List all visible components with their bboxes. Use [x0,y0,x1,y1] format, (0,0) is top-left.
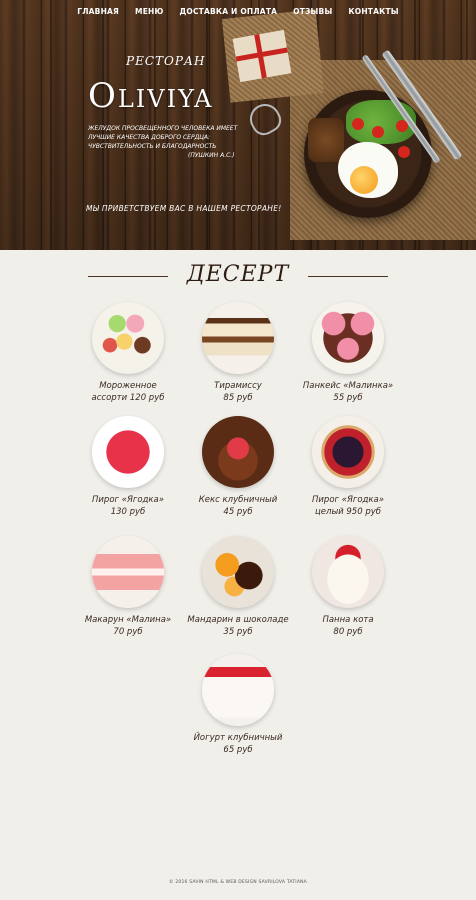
menu-item-card[interactable]: Панкейс «Малинка» 55 руб [288,302,408,405]
hero-quote: ЖЕЛУДОК ПРОСВЕЩЕННОГО ЧЕЛОВЕКА ИМЕЕТ ЛУЧ… [88,125,238,150]
nav-item-menu[interactable]: МЕНЮ [135,7,163,16]
item-name: Макарун «Малина» [84,615,172,625]
ice-cream-photo[interactable] [92,302,164,374]
menu-item-card[interactable]: Пирог «Ягодка» 130 руб [68,416,188,519]
mandarin-chocolate-photo[interactable] [202,536,274,608]
nav-item-delivery[interactable]: ДОСТАВКА И ОПЛАТА [180,7,278,16]
item-name: Кекс клубничный [198,495,278,505]
menu-item-card[interactable]: Тирамиссу 85 руб [178,302,298,405]
bread-heart-decor [308,118,344,162]
strawberry-cupcake-photo[interactable] [202,416,274,488]
brand-logo-text: Oliviya [88,76,214,116]
menu-item-card[interactable]: Йогурт клубничный 65 руб [178,654,298,757]
item-name: Пирог «Ягодка» целый 950 руб [312,495,384,517]
item-name: Мандарин в шоколаде [187,615,289,625]
menu-item-card[interactable]: Мороженное ассорти 120 руб [68,302,188,404]
brand-subtitle: РЕСТОРАН [126,54,206,68]
item-price: 80 руб [333,627,363,637]
nav-item-contacts[interactable]: КОНТАКТЫ [348,7,398,16]
item-price: 70 руб [113,627,143,637]
pancakes-photo[interactable] [312,302,384,374]
item-price: 130 руб [110,507,146,517]
section-title: ДЕСЕРТ [186,262,290,287]
menu-item-card[interactable]: Макарун «Малина» 70 руб [68,536,188,639]
menu-item-card[interactable]: Мандарин в шоколаде 35 руб [178,536,298,639]
main-nav: ГЛАВНАЯ МЕНЮ ДОСТАВКА И ОПЛАТА ОТЗЫВЫ КО… [0,7,476,16]
hero-quote-author: (ПУШКИН А.С.) [188,152,235,159]
item-name: Пирог «Ягодка» [92,495,164,505]
macaron-photo[interactable] [92,536,164,608]
title-divider-right [308,276,388,277]
welcome-text: МЫ ПРИВЕТСТВУЕМ ВАС В НАШЕМ РЕСТОРАНЕ! [86,204,282,213]
tomato-decor [372,126,384,138]
hero-banner: ГЛАВНАЯ МЕНЮ ДОСТАВКА И ОПЛАТА ОТЗЫВЫ КО… [0,0,476,250]
item-name: Мороженное ассорти 120 руб [91,381,165,403]
tomato-decor [396,120,408,132]
egg-yolk-decor [350,166,378,194]
footer-copyright: © 2016 SAVIN HTML & WEB DESIGN SAVRILOVA… [169,880,307,885]
panna-cotta-photo[interactable] [312,536,384,608]
berry-pie-slice-photo[interactable] [92,416,164,488]
gift-box-icon [232,29,292,83]
berry-pie-whole-photo[interactable] [312,416,384,488]
item-price: 35 руб [223,627,253,637]
strawberry-yogurt-photo[interactable] [202,654,274,726]
item-name: Йогурт клубничный [193,733,283,743]
item-price: 55 руб [333,393,363,403]
menu-item-card[interactable]: Пирог «Ягодка» целый 950 руб [288,416,408,518]
item-price: 85 руб [223,393,253,403]
nav-item-reviews[interactable]: ОТЗЫВЫ [293,7,332,16]
item-name: Тирамиссу [214,381,262,391]
item-price: 45 руб [223,507,253,517]
item-name: Панкейс «Малинка» [302,381,394,391]
menu-item-card[interactable]: Кекс клубничный 45 руб [178,416,298,519]
item-name: Панна котa [322,615,374,625]
nav-item-home[interactable]: ГЛАВНАЯ [77,7,119,16]
menu-item-card[interactable]: Панна котa 80 руб [288,536,408,639]
item-price: 65 руб [223,745,253,755]
heart-cookie-cutter-icon [244,98,286,140]
tiramisu-photo[interactable] [202,302,274,374]
tomato-decor [398,146,410,158]
tomato-decor [352,118,364,130]
